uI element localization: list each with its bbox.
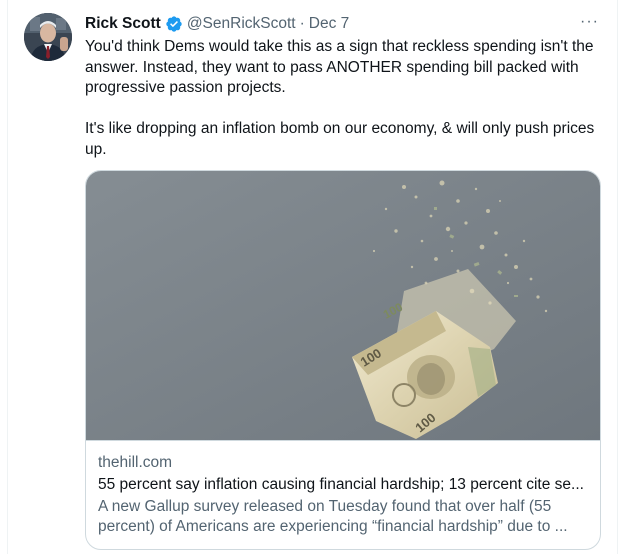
tweet-text: You'd think Dems would take this as a si…: [85, 37, 605, 160]
author-handle[interactable]: @SenRickScott: [187, 15, 296, 33]
tweet-text-paragraph: It's like dropping an inflation bomb on …: [85, 120, 595, 158]
avatar[interactable]: [24, 13, 72, 61]
card-image[interactable]: 100 100 100: [86, 171, 600, 441]
avatar-photo: [24, 13, 72, 61]
link-card[interactable]: 100 100 100 thehill.com 55 percent say i…: [85, 170, 601, 550]
verified-badge-icon: [166, 16, 182, 32]
timeline-border-right: [617, 0, 618, 554]
timeline-border-left: [7, 0, 8, 554]
tweet-text-paragraph: You'd think Dems would take this as a si…: [85, 38, 594, 96]
card-title[interactable]: 55 percent say inflation causing financi…: [98, 475, 588, 495]
tweet-header: Rick Scott @SenRickScott · Dec 7: [85, 14, 605, 34]
separator-dot: ·: [299, 15, 305, 32]
tweet-date[interactable]: Dec 7: [309, 15, 350, 33]
card-domain: thehill.com: [98, 454, 173, 471]
card-meta: thehill.com 55 percent say inflation cau…: [98, 453, 588, 537]
author-name[interactable]: Rick Scott: [85, 15, 161, 33]
more-horizontal-icon[interactable]: ···: [580, 14, 599, 30]
card-description: A new Gallup survey released on Tuesday …: [98, 498, 568, 535]
